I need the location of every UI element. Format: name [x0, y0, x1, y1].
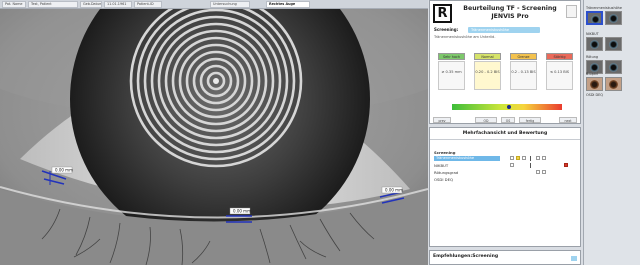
prev-button[interactable]: prev: [433, 117, 451, 123]
grade-cell[interactable]: [536, 156, 540, 160]
thumbnail-image[interactable]: [605, 37, 622, 51]
eye-image-viewer[interactable]: 0.00 mm 0.00 mm 0.00 mm: [0, 9, 428, 265]
grade-cell[interactable]: [510, 156, 514, 160]
screening-label: Screening:: [434, 27, 459, 32]
thumbnail-image[interactable]: [605, 77, 622, 91]
grade-cell[interactable]: [536, 170, 540, 174]
next-button[interactable]: next: [559, 117, 577, 123]
grade-divider: [530, 156, 531, 161]
tab-birthdate-label[interactable]: Geb.Datum: [80, 1, 102, 8]
report-title-line1: Beurteilung TF - Screening: [463, 5, 557, 12]
multiview-row-osdi[interactable]: OSDI DEQ: [434, 177, 453, 182]
tab-patient-id[interactable]: Patient-ID: [134, 1, 162, 8]
tab-examination[interactable]: Untersuchung: [210, 1, 250, 8]
grade-cell[interactable]: [564, 163, 568, 167]
measure-center-label: 0.00 mm: [233, 209, 251, 214]
thumbnail-image[interactable]: [586, 77, 603, 91]
logo-letter: R: [437, 6, 448, 21]
report-title: Beurteilung TF - Screening JENVIS Pro: [460, 5, 560, 21]
screening-note: Tränenmeniskushöhe am Unterlid.: [434, 35, 496, 39]
report-title-line2: JENVIS Pro: [491, 13, 529, 20]
category-normal: Normal: [474, 53, 501, 60]
tab-right-eye[interactable]: Rechtes Auge: [266, 1, 310, 8]
category-value-borderline[interactable]: 0.2 - 0.13 BIS: [510, 61, 537, 90]
measure-right-label: 0.00 mm: [385, 188, 403, 193]
grade-cell[interactable]: [510, 163, 514, 167]
multiview-row-nikbut[interactable]: NIKBUT: [434, 163, 448, 168]
report-thumbnail[interactable]: [566, 5, 577, 18]
grade-cell[interactable]: [522, 156, 526, 160]
multiview-selected-row[interactable]: Tränenmeniskushöhe: [434, 156, 500, 161]
thumb-group-osdi: OSDI DEQ: [586, 93, 639, 98]
category-very-high: Sehr hoch: [438, 53, 465, 60]
grade-cell[interactable]: [542, 156, 546, 160]
done-button[interactable]: fertig: [519, 117, 541, 123]
thumb-group-lipid: B-Lipid: [586, 72, 639, 91]
oculus-logo: R: [433, 4, 452, 23]
category-value-normal[interactable]: 0.20 - 0.2 BIS: [474, 61, 501, 90]
multiview-row-redness[interactable]: Rötungsgrad: [434, 170, 458, 175]
grade-divider: [530, 163, 531, 168]
category-value-severe[interactable]: ≤ 0.13 BIS: [546, 61, 573, 90]
category-value-very-high[interactable]: ≥ 0.35 mm: [438, 61, 465, 90]
screening-selector[interactable]: Tränenmeniskushöhe: [468, 27, 540, 33]
category-borderline: Grenze reduziert: [510, 53, 537, 66]
multiview-panel: Mehrfachansicht und Bewertung Screening …: [429, 127, 581, 247]
thumb-group-label: OSDI DEQ: [586, 93, 603, 97]
multiview-title: Mehrfachansicht und Bewertung: [430, 128, 580, 140]
thumb-group-meniscus: Tränenmeniskushöhe: [586, 6, 639, 25]
thumbnail-sidebar: Tränenmeniskushöhe NIKBUT Rötung B-Lipid: [583, 0, 640, 265]
thumbnail-image[interactable]: [586, 11, 603, 25]
eye-image: 0.00 mm 0.00 mm 0.00 mm: [0, 9, 428, 265]
recommendations-expand-icon[interactable]: [571, 256, 577, 261]
measure-left-label: 0.00 mm: [55, 168, 73, 173]
patient-tab-strip: Pat. Name Test, Patient Geb.Datum 11.01.…: [0, 0, 428, 9]
tab-patient-name[interactable]: Test, Patient: [28, 1, 78, 8]
thumbnail-image[interactable]: [605, 11, 622, 25]
thumb-group-nikbut: NIKBUT: [586, 32, 639, 51]
report-button-row: prev OD OS fertig next: [433, 117, 579, 123]
assessment-report: R Beurteilung TF - Screening JENVIS Pro …: [429, 0, 581, 124]
recommendations-title: Empfehlungen:Screening: [433, 254, 499, 259]
tab-patient-name-label[interactable]: Pat. Name: [2, 1, 26, 8]
category-severe: Stärkig: [546, 53, 573, 60]
tab-birthdate[interactable]: 11.01.1961: [104, 1, 132, 8]
app-window: Pat. Name Test, Patient Geb.Datum 11.01.…: [0, 0, 640, 265]
od-button[interactable]: OD: [475, 117, 497, 123]
os-button[interactable]: OS: [501, 117, 515, 123]
grade-cell[interactable]: [516, 156, 520, 160]
grade-cell[interactable]: [542, 170, 546, 174]
thumbnail-image[interactable]: [586, 37, 603, 51]
recommendations-panel: Empfehlungen:Screening: [429, 250, 581, 265]
multiview-section: Screening: [434, 150, 456, 155]
